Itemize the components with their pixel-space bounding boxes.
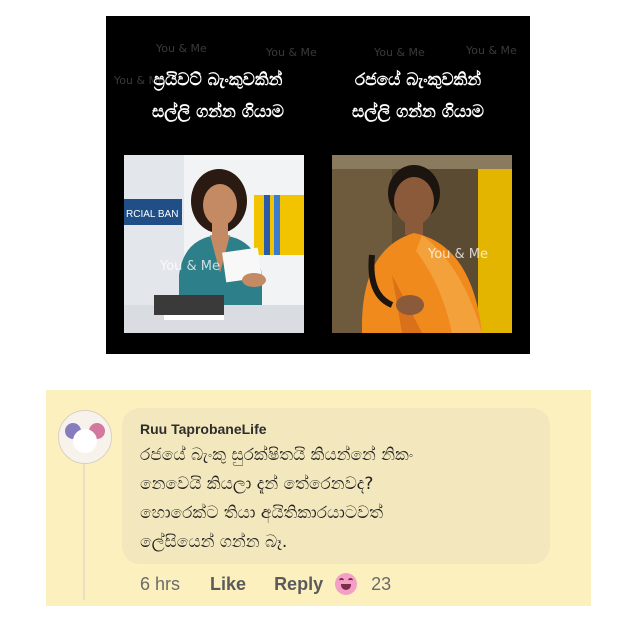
avatar-image-icon <box>59 411 111 463</box>
thread-line <box>83 462 85 600</box>
private-bank-teller-photo: RCIAL BAN You & Me <box>124 155 304 333</box>
comment-line: රජයේ බැංකු සුරක්ෂිතයි කියන්නේ නිකං <box>140 445 414 465</box>
comment-text: රජයේ බැංකු සුරක්ෂිතයි කියන්නේ නිකං නෙවෙය… <box>140 441 540 557</box>
watermark-text: You & Me <box>160 259 221 274</box>
emoji-mouth <box>341 584 352 590</box>
reply-button[interactable]: Reply <box>274 574 323 595</box>
comment-author[interactable]: Ruu TaprobaneLife <box>140 421 267 437</box>
bank-sign-text: RCIAL BAN <box>126 209 178 220</box>
watermark-text: You & Me <box>374 46 425 59</box>
state-bank-employee-photo: You & Me <box>332 155 512 333</box>
watermark-text: You & Me <box>266 46 317 59</box>
caption-line: රජයේ බැංකුවකින් <box>354 70 482 90</box>
meme-image: You & Me You & Me You & Me You & Me You … <box>106 16 530 354</box>
reaction-count[interactable]: 23 <box>371 574 391 595</box>
avatar[interactable] <box>58 410 112 464</box>
comment-line: ලේසියෙන් ගන්න බෑ. <box>140 532 288 552</box>
caption-line: සල්ලි ගන්න ගියාම <box>152 102 284 122</box>
like-button[interactable]: Like <box>210 574 246 595</box>
right-caption: රජයේ බැංකුවකින් සල්ලි ගන්න ගියාම <box>318 64 518 128</box>
emoji-eye <box>339 578 345 583</box>
caption-line: සල්ලි ගන්න ගියාම <box>352 102 484 122</box>
emoji-eye <box>348 578 354 583</box>
employee-illustration <box>332 155 512 333</box>
comment-timestamp[interactable]: 6 hrs <box>140 574 180 595</box>
comment-line: නෙවෙයි කියලා දැන් තේරෙනවද? <box>140 474 374 494</box>
left-caption: ප්‍රයිවට් බැංකුවකින් සල්ලි ගන්න ගියාම <box>118 64 318 128</box>
haha-emoji-icon[interactable] <box>335 573 358 595</box>
watermark-text: You & Me <box>156 42 207 55</box>
teller-illustration: RCIAL BAN <box>124 155 304 333</box>
caption-line: ප්‍රයිවට් බැංකුවකින් <box>153 70 283 90</box>
watermark-text: You & Me <box>428 247 489 262</box>
comment-actions: 6 hrs Like Reply 23 <box>140 573 391 595</box>
comment-line: හොරෙක්ට තියා අයිතිකාරයාටවත් <box>140 503 384 523</box>
watermark-text: You & Me <box>466 44 517 57</box>
